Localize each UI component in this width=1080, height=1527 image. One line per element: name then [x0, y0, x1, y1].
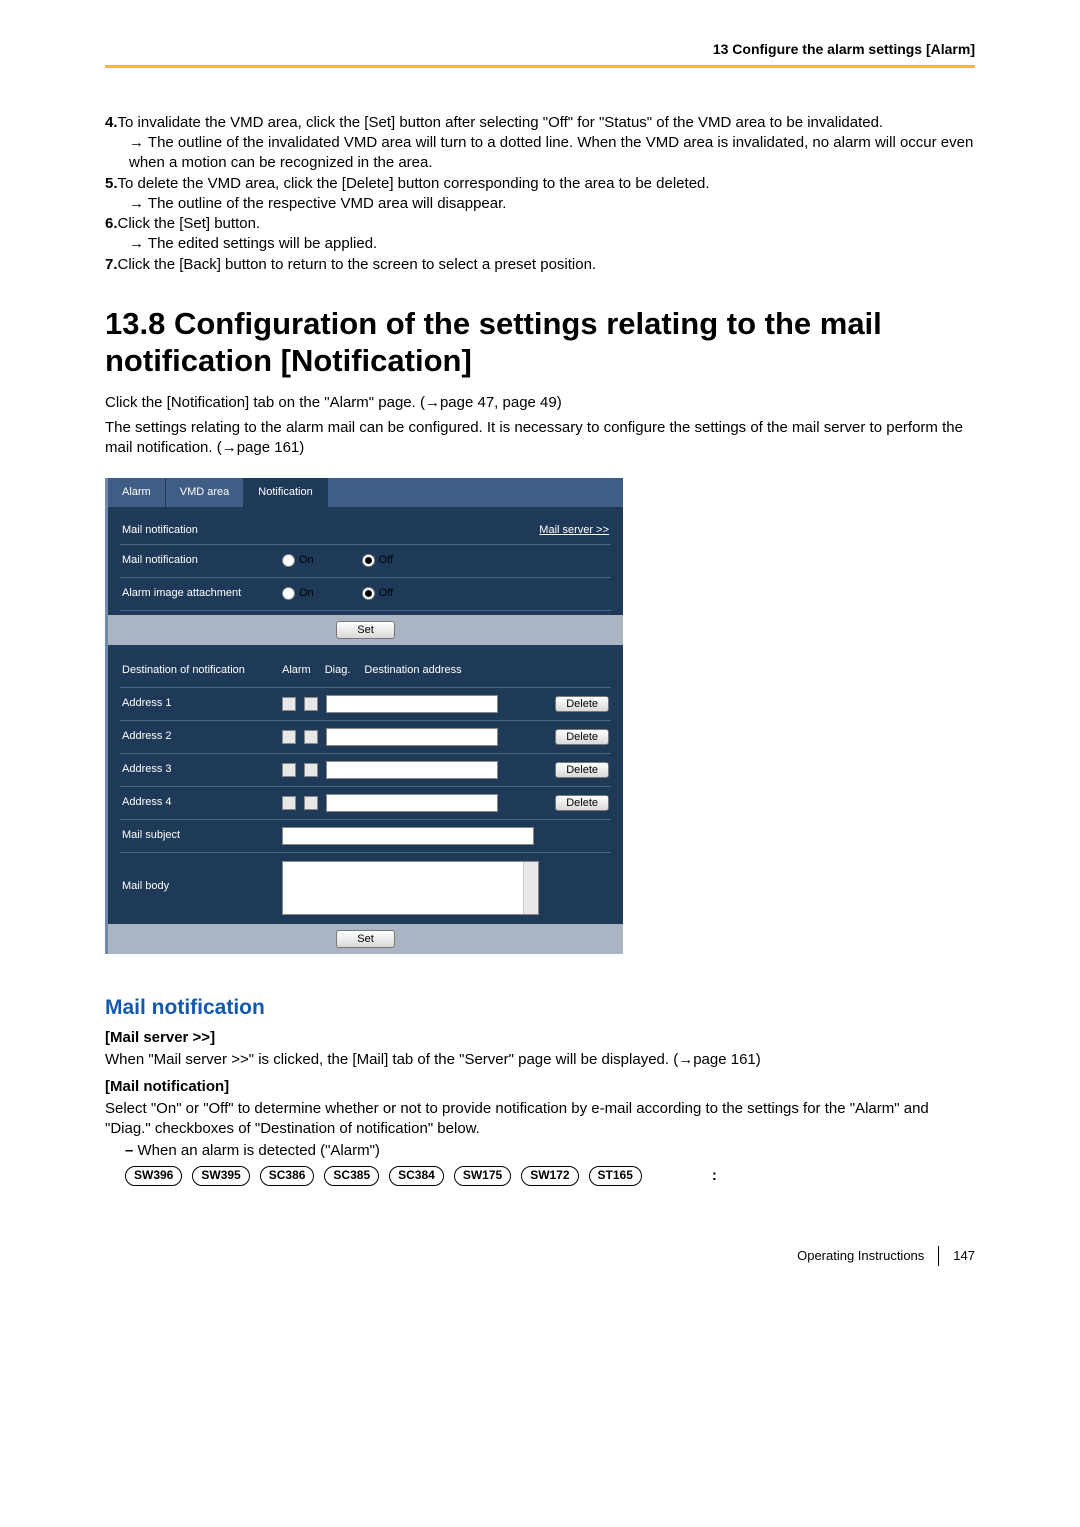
trailing-colon: :: [712, 1166, 717, 1186]
tab-alarm[interactable]: Alarm: [108, 478, 166, 507]
radio-on[interactable]: On: [282, 553, 314, 568]
alarm-checkbox[interactable]: [282, 763, 296, 777]
delete-button[interactable]: Delete: [555, 795, 609, 811]
intro-line: Click the [Notification] tab on the "Ala…: [105, 393, 975, 413]
step-number: 4.: [105, 114, 118, 131]
param-heading: [Mail notification]: [105, 1077, 975, 1097]
dest-address-input[interactable]: [326, 695, 498, 713]
param-text: When "Mail server >>" is clicked, the [M…: [105, 1050, 975, 1070]
alarm-checkbox[interactable]: [282, 730, 296, 744]
alarm-checkbox[interactable]: [282, 697, 296, 711]
col-alarm: Alarm: [282, 663, 311, 678]
param-heading: [Mail server >>]: [105, 1028, 975, 1048]
step-number: 6.: [105, 215, 118, 232]
subsection-heading: Mail notification: [105, 994, 975, 1022]
bullet-line: When an alarm is detected ("Alarm"): [105, 1141, 975, 1161]
dest-address-input[interactable]: [326, 728, 498, 746]
tab-vmd-area[interactable]: VMD area: [166, 478, 245, 507]
step-number: 7.: [105, 256, 118, 273]
diag-checkbox[interactable]: [304, 763, 318, 777]
row-label: Address 1: [122, 696, 282, 711]
row-label: Mail body: [122, 861, 282, 894]
section-title: 13.8 Configuration of the settings relat…: [105, 305, 975, 379]
dest-address-input[interactable]: [326, 761, 498, 779]
dest-address-input[interactable]: [326, 794, 498, 812]
intro-line: The settings relating to the alarm mail …: [105, 418, 975, 459]
row-label: Mail subject: [122, 828, 282, 843]
col-diag: Diag.: [325, 663, 351, 678]
diag-checkbox[interactable]: [304, 796, 318, 810]
delete-button[interactable]: Delete: [555, 696, 609, 712]
header-rule: [105, 65, 975, 68]
radio-on[interactable]: On: [282, 586, 314, 601]
row-label: Address 2: [122, 729, 282, 744]
mail-server-link[interactable]: Mail server >>: [539, 523, 609, 538]
step-text: Click the [Set] button.: [118, 215, 261, 232]
radio-off[interactable]: Off: [362, 586, 393, 601]
set-button[interactable]: Set: [336, 930, 395, 948]
model-chip: SW395: [192, 1166, 249, 1186]
delete-button[interactable]: Delete: [555, 762, 609, 778]
group-title: Mail notification: [122, 523, 198, 538]
notification-panel: Alarm VMD area Notification Mail notific…: [105, 478, 623, 954]
alarm-checkbox[interactable]: [282, 796, 296, 810]
step-text: To invalidate the VMD area, click the [S…: [118, 114, 884, 131]
set-bar: Set: [108, 615, 623, 645]
step-text: To delete the VMD area, click the [Delet…: [118, 175, 710, 192]
col-dest: Destination address: [364, 663, 461, 678]
page-footer: Operating Instructions 147: [105, 1246, 975, 1266]
row-label: Alarm image attachment: [122, 586, 282, 601]
row-label: Address 3: [122, 762, 282, 777]
tab-notification[interactable]: Notification: [244, 478, 327, 507]
model-chip: SW175: [454, 1166, 511, 1186]
group-title: Destination of notification: [122, 663, 282, 678]
step-result: The outline of the invalidated VMD area …: [105, 133, 975, 174]
step-result: The edited settings will be applied.: [105, 234, 975, 254]
delete-button[interactable]: Delete: [555, 729, 609, 745]
model-chip: SW396: [125, 1166, 182, 1186]
model-chip: SW172: [521, 1166, 578, 1186]
model-chip: SC386: [260, 1166, 315, 1186]
param-text: Select "On" or "Off" to determine whethe…: [105, 1099, 975, 1140]
footer-separator: [938, 1246, 939, 1266]
chapter-header: 13 Configure the alarm settings [Alarm]: [105, 40, 975, 65]
radio-off[interactable]: Off: [362, 553, 393, 568]
section-intro: Click the [Notification] tab on the "Ala…: [105, 393, 975, 458]
step-number: 5.: [105, 175, 118, 192]
step-result: The outline of the respective VMD area w…: [105, 194, 975, 214]
set-bar: Set: [108, 924, 623, 954]
model-chip-row: SW396 SW395 SC386 SC385 SC384 SW175 SW17…: [105, 1166, 975, 1186]
row-label: Address 4: [122, 795, 282, 810]
diag-checkbox[interactable]: [304, 697, 318, 711]
tab-bar: Alarm VMD area Notification: [108, 478, 623, 507]
model-chip: ST165: [589, 1166, 642, 1186]
model-chip: SC385: [324, 1166, 379, 1186]
mail-body-textarea[interactable]: [282, 861, 539, 915]
model-chip: SC384: [389, 1166, 444, 1186]
page-number: 147: [953, 1247, 975, 1265]
mail-subject-input[interactable]: [282, 827, 534, 845]
step-text: Click the [Back] button to return to the…: [118, 256, 597, 273]
diag-checkbox[interactable]: [304, 730, 318, 744]
footer-label: Operating Instructions: [797, 1247, 924, 1265]
set-button[interactable]: Set: [336, 621, 395, 639]
row-label: Mail notification: [122, 553, 282, 568]
steps-list: 4.To invalidate the VMD area, click the …: [105, 113, 975, 275]
scrollbar[interactable]: [523, 862, 538, 914]
